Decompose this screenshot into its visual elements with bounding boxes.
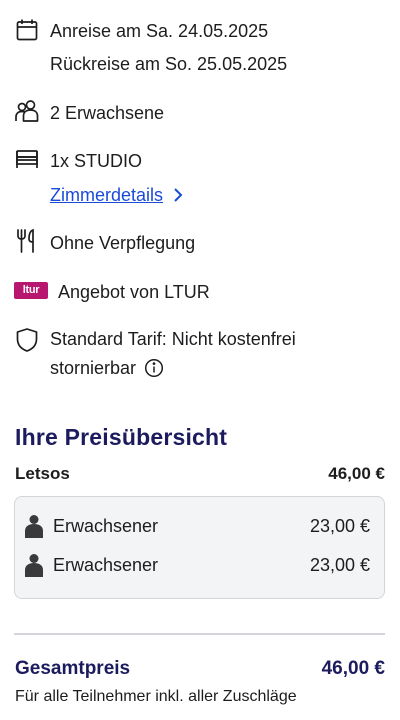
room-info: 1x STUDIO bbox=[14, 146, 386, 176]
arrival-date: Anreise am Sa. 24.05.2025 bbox=[50, 21, 269, 41]
total-note: Für alle Teilnehmer inkl. aller Zuschläg… bbox=[15, 688, 297, 705]
shield-icon bbox=[14, 327, 40, 353]
price-row-amount: 23,00 € bbox=[309, 515, 370, 536]
total-amount: 46,00 € bbox=[321, 658, 385, 679]
travellers-text: 2 Erwachsene bbox=[50, 103, 165, 123]
price-overview-title: Ihre Preisübersicht bbox=[15, 424, 228, 450]
calendar-icon bbox=[14, 17, 40, 43]
price-row-label: Erwachsener bbox=[53, 554, 159, 575]
offer-text: Angebot von LTUR bbox=[58, 282, 210, 302]
person-icon bbox=[23, 514, 45, 538]
price-row-amount: 23,00 € bbox=[309, 554, 370, 575]
price-row-label: Erwachsener bbox=[53, 515, 159, 536]
chevron-right-icon[interactable] bbox=[173, 187, 183, 203]
tariff-line-1: Standard Tarif: Nicht kostenfrei bbox=[50, 329, 296, 349]
tariff-line-2: stornierbar bbox=[50, 358, 137, 378]
price-row: Erwachsener 23,00 € bbox=[23, 553, 370, 577]
departure-date: Rückreise am So. 25.05.2025 bbox=[50, 54, 288, 74]
person-icon bbox=[23, 553, 45, 577]
divider bbox=[14, 633, 385, 635]
tariff-info: Standard Tarif: Nicht kostenfrei stornie… bbox=[14, 325, 386, 383]
board-text: Ohne Verpflegung bbox=[50, 233, 196, 253]
travel-dates: Anreise am Sa. 24.05.2025 Rückreise am S… bbox=[14, 17, 386, 81]
persons-icon bbox=[14, 98, 40, 124]
room-details-link[interactable]: Zimmerdetails bbox=[50, 180, 183, 210]
price-breakdown-box: Erwachsener 23,00 € Erwachsener 23,00 € bbox=[14, 496, 385, 599]
room-text: 1x STUDIO bbox=[50, 151, 143, 171]
total-price-row: Gesamtpreis 46,00 € bbox=[15, 656, 385, 682]
cutlery-icon bbox=[14, 228, 40, 254]
board-info: Ohne Verpflegung bbox=[14, 228, 386, 258]
hotel-name: Letsos bbox=[15, 464, 70, 483]
info-icon[interactable] bbox=[144, 358, 164, 378]
hotel-price: 46,00 € bbox=[328, 464, 385, 483]
price-row: Erwachsener 23,00 € bbox=[23, 514, 370, 538]
bed-icon bbox=[14, 146, 40, 172]
ltur-logo: ltur bbox=[14, 277, 48, 303]
offer-info: ltur Angebot von LTUR bbox=[14, 277, 386, 307]
total-label: Gesamtpreis bbox=[15, 658, 131, 679]
travellers: 2 Erwachsene bbox=[14, 98, 386, 128]
hotel-price-row: Letsos 46,00 € bbox=[15, 462, 385, 486]
ltur-badge: ltur bbox=[14, 281, 48, 299]
room-details-label[interactable]: Zimmerdetails bbox=[50, 180, 163, 210]
